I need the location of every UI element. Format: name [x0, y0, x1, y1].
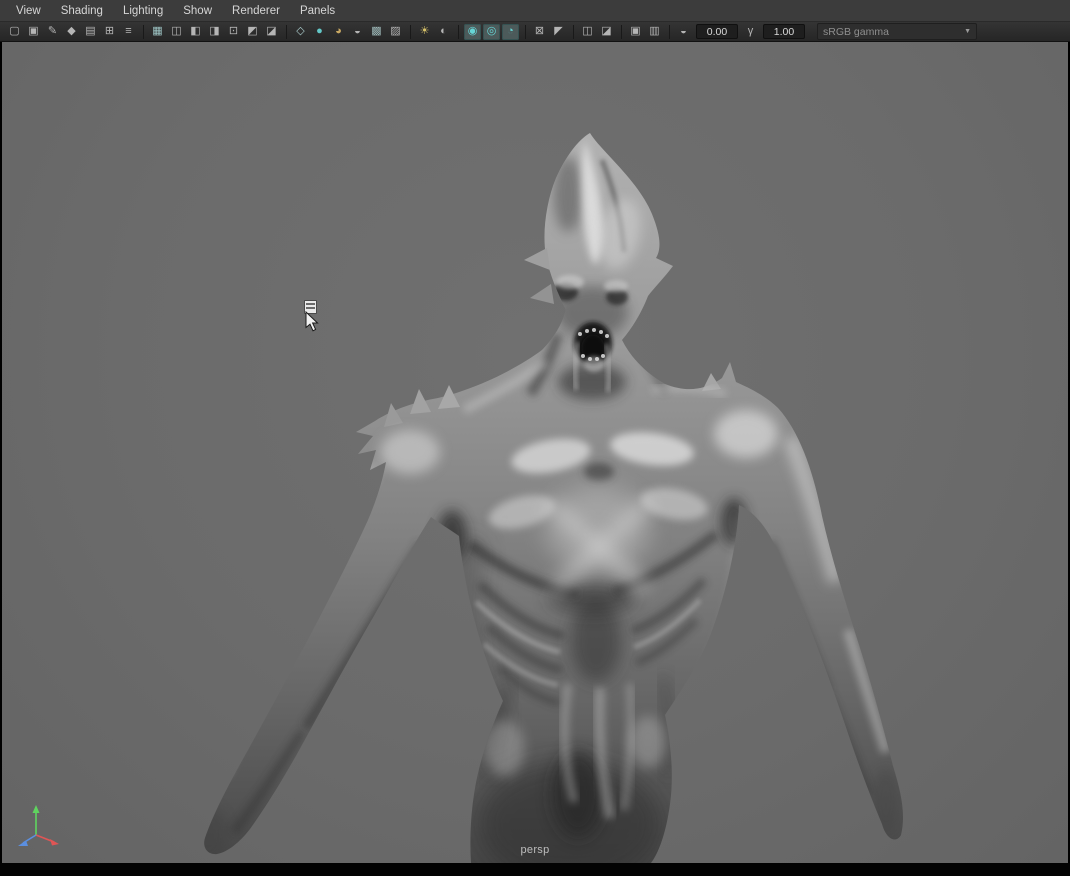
maya-panel-window: { "menu_bar": { "items": ["View", "Shadi… [0, 0, 1070, 876]
film-gate-icon[interactable]: ◫ [168, 24, 185, 40]
window-bottom-edge [0, 863, 1070, 876]
menu-item-show[interactable]: Show [173, 2, 222, 20]
safe-action-icon[interactable]: ◩ [244, 24, 261, 40]
anti-alias-icon[interactable]: ◔ [502, 24, 519, 40]
resolution-gate-icon[interactable]: ◧ [187, 24, 204, 40]
snapshot-icon[interactable]: ▣ [627, 24, 644, 40]
select-camera-icon[interactable]: ▢ [6, 24, 23, 40]
bookmark-icon[interactable]: ◆ [63, 24, 80, 40]
grid-icon[interactable]: ▦ [149, 24, 166, 40]
grease-pencil-icon[interactable]: ≡ [120, 24, 137, 40]
image-compare-icon[interactable]: ▥ [646, 24, 663, 40]
gamma-field[interactable] [763, 24, 805, 39]
menu-item-panels[interactable]: Panels [290, 2, 345, 20]
exposure-icon[interactable]: ◒ [675, 24, 692, 40]
field-chart-icon[interactable]: ⊡ [225, 24, 242, 40]
lock-camera-icon[interactable]: ▣ [25, 24, 42, 40]
panel-menu-bar: ViewShadingLightingShowRendererPanels [0, 0, 1070, 22]
shadows-icon[interactable]: ◐ [435, 24, 452, 40]
menu-item-renderer[interactable]: Renderer [222, 2, 290, 20]
pan-zoom-icon[interactable]: ⊞ [101, 24, 118, 40]
toolbar-icon-group: ▢ ▣ ✎ ◆ ▤ ⊞ ≡ ▦ ◫ ◧ ◨ ⊡ [5, 24, 664, 40]
select-highlight-icon[interactable]: ◤ [550, 24, 567, 40]
use-default-material-icon[interactable]: ◒ [349, 24, 366, 40]
color-chart-icon[interactable]: ▩ [368, 24, 385, 40]
wireframe-icon[interactable]: ◇ [292, 24, 309, 40]
exposure-field[interactable] [696, 24, 738, 39]
menu-item-view[interactable]: View [6, 2, 51, 20]
safe-title-icon[interactable]: ◪ [263, 24, 280, 40]
lighting-icon[interactable]: ☀ [416, 24, 433, 40]
smooth-shade-icon[interactable]: ● [311, 24, 328, 40]
view-transform-label: sRGB gamma [823, 26, 889, 38]
occlusion-icon[interactable]: ◉ [464, 24, 481, 40]
copy-buffer-icon[interactable]: ◫ [579, 24, 596, 40]
view-axis-gizmo [16, 801, 64, 849]
creature-model [2, 42, 1068, 863]
isolate-select-icon[interactable]: ⊠ [531, 24, 548, 40]
paste-buffer-icon[interactable]: ◪ [598, 24, 615, 40]
view-transform-dropdown[interactable]: sRGB gamma ▼ [817, 23, 977, 40]
menu-item-shading[interactable]: Shading [51, 2, 113, 20]
gamma-icon[interactable]: γ [742, 24, 759, 40]
gate-mask-icon[interactable]: ◨ [206, 24, 223, 40]
panel-toolbar: ▢ ▣ ✎ ◆ ▤ ⊞ ≡ ▦ ◫ ◧ ◨ ⊡ [0, 22, 1070, 42]
textured-icon[interactable]: ◕ [330, 24, 347, 40]
menu-item-lighting[interactable]: Lighting [113, 2, 173, 20]
chevron-down-icon: ▼ [964, 28, 971, 35]
viewport-persp[interactable]: persp [2, 42, 1068, 863]
image-plane-icon[interactable]: ▤ [82, 24, 99, 40]
checker-icon[interactable]: ▨ [387, 24, 404, 40]
motion-blur-icon[interactable]: ◎ [483, 24, 500, 40]
camera-attributes-icon[interactable]: ✎ [44, 24, 61, 40]
